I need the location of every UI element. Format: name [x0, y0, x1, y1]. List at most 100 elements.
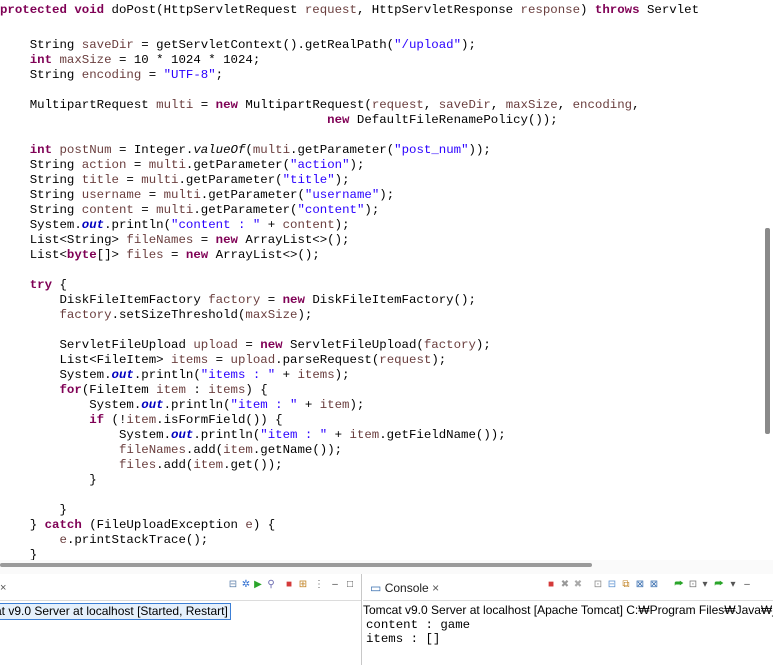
code-line: System.out.println("item : " + item); — [0, 398, 364, 413]
code-token-var: multi — [252, 143, 291, 157]
new-console-icon[interactable]: ⮫ — [713, 579, 725, 591]
code-token: } — [0, 473, 97, 487]
code-token: .println( — [163, 398, 231, 412]
code-token: = 10 * 1024 * 1024; — [111, 53, 261, 67]
remove-all-icon[interactable]: ✖ — [572, 579, 584, 591]
run-icon[interactable]: ▶ — [252, 579, 264, 591]
code-token: = — [208, 353, 231, 367]
code-line: System.out.println("items : " + items); — [0, 368, 349, 383]
console-display-dropdown-icon[interactable]: ⊡ — [687, 579, 699, 591]
code-token-str: "item : " — [260, 428, 328, 442]
code-token-var: fileNames — [118, 443, 186, 457]
code-token-str: "action" — [290, 158, 350, 172]
chevron-down-icon[interactable]: ▾ — [699, 579, 711, 591]
minimize-icon[interactable]: – — [741, 579, 753, 591]
code-line: List<byte[]> files = new ArrayList<>(); — [0, 248, 320, 263]
code-line: } catch (FileUploadException e) { — [0, 518, 275, 533]
code-token-kw: try — [29, 278, 53, 292]
code-token: } — [0, 548, 38, 560]
code-line: MultipartRequest multi = new MultipartRe… — [0, 98, 640, 113]
code-token: String — [0, 173, 82, 187]
code-line: factory.setSizeThreshold(maxSize); — [0, 308, 313, 323]
view-menu-icon[interactable]: ⋮ — [313, 579, 325, 591]
code-token-var: maxSize — [59, 53, 112, 67]
code-token: : — [185, 383, 209, 397]
code-token-var: e — [245, 518, 253, 532]
servers-tab-close-icon[interactable]: × — [0, 582, 6, 594]
open-console-icon[interactable]: ⮫ — [673, 579, 685, 591]
console-tabbar: ▭ Console × ■ ✖ ✖ ⊡ ⊟ ⧉ ⊠ ⊠ ⮫ ⊡ ▾ ⮫ ▾ – — [363, 574, 773, 601]
code-token: ); — [431, 353, 447, 367]
clear-console-icon[interactable]: ⊡ — [592, 579, 604, 591]
code-line: int maxSize = 10 * 1024 * 1024; — [0, 53, 261, 68]
collapse-icon[interactable]: ⊟ — [227, 579, 239, 591]
code-token: ); — [475, 338, 491, 352]
code-token-str: "item : " — [230, 398, 298, 412]
code-token-kw: if — [89, 413, 105, 427]
code-token-str: "post_num" — [394, 143, 469, 157]
code-token: = — [126, 158, 149, 172]
publish-icon[interactable]: ⊞ — [297, 579, 309, 591]
code-token: .getParameter( — [290, 143, 395, 157]
code-token-var: factory — [59, 308, 112, 322]
server-entry[interactable]: cat v9.0 Server at localhost [Started, R… — [0, 603, 231, 620]
code-token: = — [133, 203, 157, 217]
code-token: , HttpServletResponse — [356, 3, 521, 17]
code-token-var: upload — [193, 338, 238, 352]
code-token: .getFieldName()); — [379, 428, 506, 442]
code-token: = — [141, 188, 164, 202]
code-token-str: "title" — [282, 173, 335, 187]
tab-console[interactable]: ▭ Console × — [366, 577, 444, 599]
code-token-var: item — [223, 443, 253, 457]
console-tab-label: Console — [384, 581, 429, 595]
servers-tabbar: × ⊟ ✲ ▶ ⚲ ■ ⊞ ⋮ – □ — [0, 574, 361, 601]
horizontal-scrollbar[interactable] — [0, 563, 592, 567]
code-token: .getParameter( — [178, 173, 283, 187]
code-token: Servlet — [639, 3, 700, 17]
code-line: new DefaultFileRenamePolicy()); — [0, 113, 558, 128]
code-token-var: item — [156, 383, 186, 397]
code-line: if (!item.isFormField()) { — [0, 413, 283, 428]
profile-icon[interactable]: ⚲ — [265, 579, 277, 591]
code-token: ); — [349, 158, 365, 172]
terminate-icon[interactable]: ■ — [545, 579, 557, 591]
code-token: = — [193, 233, 216, 247]
code-token: ServletFileUpload — [0, 338, 194, 352]
code-token: .getParameter( — [200, 188, 305, 202]
code-token-fld: out — [111, 368, 134, 382]
remove-launch-icon[interactable]: ✖ — [559, 579, 571, 591]
code-token: ArrayList<>(); — [208, 248, 320, 262]
code-line: String encoding = "UTF-8"; — [0, 68, 223, 83]
code-token: List<FileItem> — [0, 353, 172, 367]
code-token: String — [0, 38, 82, 52]
code-token: , — [557, 98, 573, 112]
code-token-kw: byte — [66, 248, 97, 262]
debug-icon[interactable]: ✲ — [240, 579, 252, 591]
code-token: DiskFileItemFactory — [0, 293, 209, 307]
code-editor[interactable]: protected void doPost(HttpServletRequest… — [0, 0, 773, 560]
chevron-down-icon[interactable]: ▾ — [727, 579, 739, 591]
code-token-var: saveDir — [438, 98, 491, 112]
code-token: String — [0, 188, 82, 202]
pin-console-icon[interactable]: ⊠ — [634, 579, 646, 591]
display-console-icon[interactable]: ⊠ — [648, 579, 660, 591]
code-token-kw: new — [260, 338, 283, 352]
code-token: .parseRequest( — [275, 353, 380, 367]
minimize-icon[interactable]: – — [329, 579, 341, 591]
code-token: .isFormField()) { — [156, 413, 283, 427]
word-wrap-icon[interactable]: ⧉ — [620, 579, 632, 591]
scroll-lock-icon[interactable]: ⊟ — [606, 579, 618, 591]
vertical-scrollbar[interactable] — [765, 228, 770, 434]
code-token: ) { — [252, 518, 276, 532]
code-token-kw: new — [282, 293, 305, 307]
code-token: String — [0, 158, 82, 172]
console-tab-close-icon[interactable]: × — [432, 581, 439, 595]
maximize-icon[interactable]: □ — [344, 579, 356, 591]
code-token: + — [260, 218, 283, 232]
code-line: System.out.println("content : " + conten… — [0, 218, 350, 233]
code-token: DiskFileItemFactory(); — [304, 293, 476, 307]
code-token: DefaultFileRenamePolicy()); — [349, 113, 558, 127]
stop-icon[interactable]: ■ — [283, 579, 295, 591]
